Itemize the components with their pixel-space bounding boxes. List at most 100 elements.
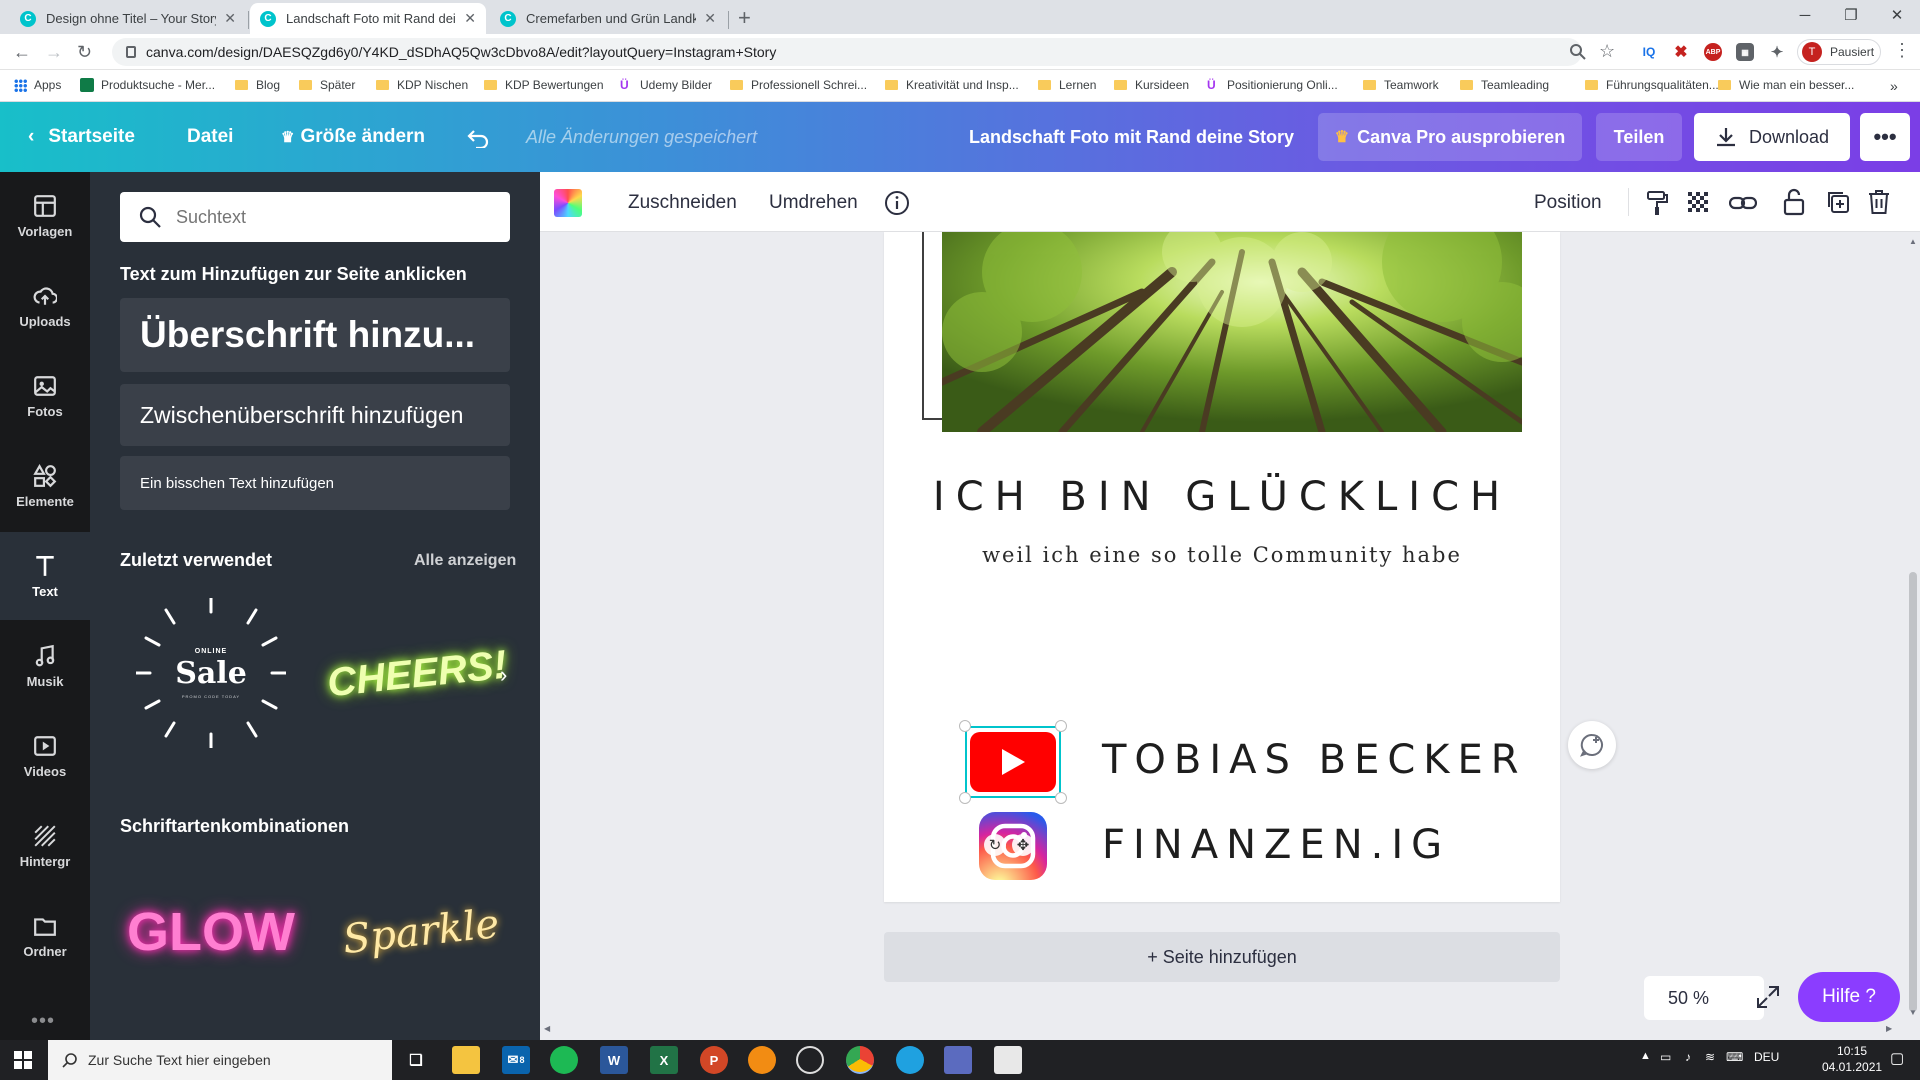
browser-tab-cremefarben[interactable]: C Cremefarben und Grün Landkarte ✕: [490, 3, 726, 34]
network-icon[interactable]: ▭: [1660, 1050, 1671, 1064]
bookmark-item[interactable]: Professionell Schrei...: [730, 78, 867, 92]
clock[interactable]: 10:15 04.01.2021: [1822, 1044, 1882, 1074]
minimize-icon[interactable]: ─: [1782, 0, 1828, 30]
bookmark-item[interactable]: Lernen: [1038, 78, 1096, 92]
powerpoint-icon[interactable]: P: [700, 1046, 728, 1074]
search-box[interactable]: [120, 192, 510, 242]
bookmark-item[interactable]: Blog: [235, 78, 280, 92]
resize-handle[interactable]: [1055, 720, 1067, 732]
resize-handle[interactable]: [959, 720, 971, 732]
paint-roller-icon[interactable]: [1646, 190, 1668, 216]
file-explorer-icon[interactable]: [452, 1046, 480, 1074]
undo-icon[interactable]: [466, 128, 490, 148]
rotate-handle-icon[interactable]: ↻: [984, 834, 1006, 856]
youtube-channel-text[interactable]: TOBIAS BECKER: [1102, 737, 1527, 783]
edge-icon[interactable]: [896, 1046, 924, 1074]
fullscreen-icon[interactable]: [1755, 984, 1781, 1010]
search-input[interactable]: [176, 206, 496, 228]
rail-item-text[interactable]: Text: [0, 532, 90, 620]
rail-item-musik[interactable]: Musik: [0, 622, 90, 710]
flip-button[interactable]: Umdrehen: [769, 192, 858, 214]
position-button[interactable]: Position: [1534, 192, 1602, 214]
blocker-extension-icon[interactable]: ✖: [1672, 43, 1690, 61]
transparency-icon[interactable]: [1688, 192, 1710, 214]
sale-text-template[interactable]: ONLINE Sale PROMO CODE TODAY: [136, 598, 286, 748]
puzzle-extensions-icon[interactable]: ✦: [1768, 43, 1786, 61]
browser-tab-landschaft[interactable]: C Landschaft Foto mit Rand deine Story ✕: [250, 3, 486, 34]
word-icon[interactable]: W: [600, 1046, 628, 1074]
back-arrow-icon[interactable]: ←: [13, 42, 31, 62]
more-apps-icon[interactable]: •••: [31, 1010, 55, 1033]
resize-handle[interactable]: [1055, 792, 1067, 804]
chrome-menu-icon[interactable]: ⋮: [1893, 40, 1911, 60]
help-button[interactable]: Hilfe ?: [1798, 972, 1900, 1022]
subline-text[interactable]: weil ich eine so tolle Community habe: [884, 543, 1560, 567]
document-title[interactable]: Landschaft Foto mit Rand deine Story: [969, 127, 1294, 148]
media-app-icon[interactable]: [748, 1046, 776, 1074]
url-field[interactable]: canva.com/design/DAESQZgd6y0/Y4KD_dSDhAQ…: [112, 38, 1582, 66]
share-button[interactable]: Teilen: [1596, 113, 1682, 161]
bookmark-item[interactable]: KDP Bewertungen: [484, 78, 604, 92]
add-subheading-button[interactable]: Zwischenüberschrift hinzufügen: [120, 384, 510, 446]
scrollbar-thumb[interactable]: [1909, 572, 1917, 1012]
vertical-scrollbar[interactable]: ▲ ▼: [1906, 232, 1920, 1040]
add-heading-button[interactable]: Überschrift hinzu...: [120, 298, 510, 372]
instagram-handle-text[interactable]: FINANZEN.IG: [1102, 822, 1450, 868]
forward-arrow-icon[interactable]: →: [45, 42, 63, 62]
link-icon[interactable]: [1729, 192, 1757, 214]
keyboard-icon[interactable]: ⌨: [1726, 1050, 1743, 1064]
new-tab-button[interactable]: +: [738, 5, 751, 31]
notepad-icon[interactable]: [994, 1046, 1022, 1074]
excel-icon[interactable]: X: [650, 1046, 678, 1074]
mail-icon[interactable]: ✉ 8: [502, 1046, 530, 1074]
close-icon[interactable]: ✕: [224, 10, 236, 27]
scroll-down-icon[interactable]: ▼: [1909, 1008, 1917, 1017]
bookmark-item[interactable]: Kursideen: [1114, 78, 1189, 92]
bookmark-item[interactable]: Teamleading: [1460, 78, 1549, 92]
bookmark-item[interactable]: Wie man ein besser...: [1718, 78, 1854, 92]
add-page-button[interactable]: + Seite hinzufügen: [884, 932, 1560, 982]
file-menu[interactable]: Datei: [187, 126, 233, 148]
cheers-text-template[interactable]: CHEERS!: [325, 637, 509, 710]
bookmark-item[interactable]: Ü Udemy Bilder: [620, 78, 712, 92]
windows-start-icon[interactable]: [14, 1051, 32, 1069]
profile-button[interactable]: T Pausiert: [1797, 39, 1881, 65]
task-view-icon[interactable]: ❏: [402, 1046, 430, 1074]
spotify-icon[interactable]: [550, 1046, 578, 1074]
add-body-text-button[interactable]: Ein bisschen Text hinzufügen: [120, 456, 510, 510]
bookmark-item[interactable]: Teamwork: [1363, 78, 1439, 92]
rail-item-fotos[interactable]: Fotos: [0, 352, 90, 440]
design-page[interactable]: ICH BIN GLÜCKLICH weil ich eine so tolle…: [884, 232, 1560, 902]
info-icon[interactable]: [884, 190, 910, 216]
taskbar-search[interactable]: Zur Suche Text hier eingeben: [48, 1040, 392, 1080]
bookmark-item[interactable]: Später: [299, 78, 355, 92]
resize-button[interactable]: ♛ Größe ändern: [281, 126, 425, 148]
sparkle-combo-template[interactable]: Sparkle: [341, 892, 502, 971]
bookmark-item[interactable]: Produktsuche - Mer...: [80, 78, 215, 92]
image-app-icon[interactable]: [944, 1046, 972, 1074]
tray-chevron-icon[interactable]: ▲: [1640, 1050, 1651, 1062]
rail-item-uploads[interactable]: Uploads: [0, 262, 90, 350]
resize-handle[interactable]: [959, 792, 971, 804]
more-options-button[interactable]: •••: [1860, 113, 1910, 161]
rail-item-videos[interactable]: Videos: [0, 712, 90, 800]
notification-icon[interactable]: ▢: [1890, 1049, 1904, 1067]
restore-icon[interactable]: ❐: [1828, 0, 1874, 30]
wifi-icon[interactable]: ≋: [1705, 1050, 1715, 1064]
move-handle-icon[interactable]: ✥: [1012, 834, 1034, 856]
reload-icon[interactable]: ↻: [77, 42, 92, 62]
close-window-icon[interactable]: ✕: [1874, 0, 1920, 30]
duplicate-icon[interactable]: [1826, 190, 1850, 214]
volume-icon[interactable]: ♪: [1685, 1050, 1691, 1064]
scroll-right-icon[interactable]: ▶: [1886, 1024, 1892, 1033]
obs-icon[interactable]: [796, 1046, 824, 1074]
adblock-extension-icon[interactable]: ABP: [1704, 43, 1722, 61]
browser-tab-design-ohne-titel[interactable]: C Design ohne Titel – Your Story ✕: [10, 3, 246, 34]
bookmark-item[interactable]: KDP Nischen: [376, 78, 468, 92]
zoom-control[interactable]: 50 %: [1644, 976, 1764, 1020]
download-button[interactable]: Download: [1694, 113, 1850, 161]
glow-combo-template[interactable]: GLOW: [127, 896, 295, 968]
lock-icon[interactable]: [1783, 188, 1805, 216]
crop-button[interactable]: Zuschneiden: [628, 192, 737, 214]
more-bookmarks-icon[interactable]: »: [1890, 78, 1898, 94]
